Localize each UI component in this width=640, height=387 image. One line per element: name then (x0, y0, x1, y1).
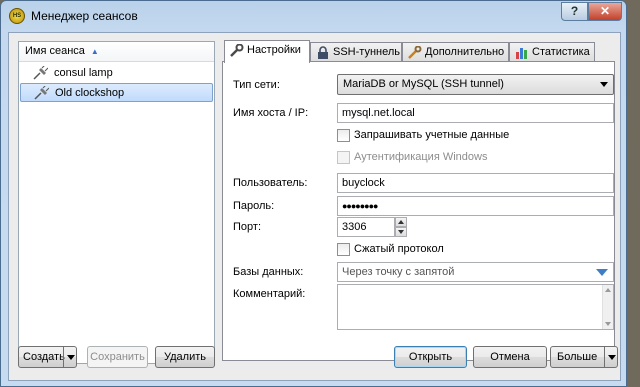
port-input[interactable]: 3306 (337, 217, 395, 237)
databases-placeholder: Через точку с запятой (342, 266, 455, 278)
session-item-old-clockshop[interactable]: Old clockshop (20, 83, 213, 102)
scroll-up-icon[interactable] (605, 288, 611, 292)
windows-auth-label: Аутентификация Windows (354, 151, 488, 163)
port-decrement-button[interactable] (395, 227, 407, 237)
checkbox-box (337, 243, 350, 256)
tab-statistics[interactable]: Статистика (509, 42, 595, 62)
checkbox-box (337, 129, 350, 142)
wrench-icon (230, 43, 244, 57)
more-button-label: Больше (557, 351, 598, 363)
lock-icon (316, 46, 330, 59)
session-manager-window: HS Менеджер сеансов ? ✕ Имя сеанса ▲ cons… (0, 0, 627, 387)
checkbox-box (337, 151, 350, 164)
network-type-value: MariaDB or MySQL (SSH tunnel) (343, 78, 504, 90)
tab-label: Дополнительно (425, 46, 505, 58)
chevron-down-icon[interactable] (604, 347, 617, 367)
password-label: Пароль: (233, 200, 275, 212)
cancel-button[interactable]: Отмена (473, 346, 547, 368)
create-button-label: Создать (23, 351, 65, 363)
more-button[interactable]: Больше (550, 346, 618, 368)
session-item-consul-lamp[interactable]: consul lamp (20, 64, 213, 83)
comment-scrollbar[interactable] (602, 285, 613, 329)
tab-label: Статистика (532, 46, 590, 58)
chevron-down-icon[interactable] (63, 347, 76, 367)
create-button[interactable]: Создать (18, 346, 77, 368)
bar-chart-icon (515, 46, 529, 59)
open-button[interactable]: Открыть (394, 346, 467, 368)
tab-label: SSH-туннель (333, 46, 400, 58)
session-item-label: consul lamp (54, 67, 113, 79)
comment-textarea[interactable] (337, 284, 614, 330)
databases-input[interactable]: Через точку с запятой (337, 262, 614, 282)
comment-label: Комментарий: (233, 288, 306, 300)
compressed-protocol-label: Сжатый протокол (354, 243, 444, 255)
save-button[interactable]: Сохранить (87, 346, 148, 368)
port-increment-button[interactable] (395, 217, 407, 227)
plug-icon (33, 84, 50, 100)
title-bar[interactable]: HS Менеджер сеансов ? ✕ (1, 1, 626, 31)
dropdown-triangle-icon[interactable] (596, 269, 608, 276)
network-type-select[interactable]: MariaDB or MySQL (SSH tunnel) (337, 74, 614, 95)
session-column-header[interactable]: Имя сеанса ▲ (19, 42, 214, 62)
tab-advanced[interactable]: Дополнительно (402, 42, 509, 62)
scroll-down-icon[interactable] (605, 322, 611, 326)
delete-button[interactable]: Удалить (155, 346, 215, 368)
settings-panel: Тип сети: MariaDB or MySQL (SSH tunnel) … (222, 61, 615, 361)
tools-icon (408, 45, 422, 59)
prompt-credentials-label: Запрашивать учетные данные (354, 129, 510, 141)
heidisql-icon: HS (9, 8, 25, 24)
session-column-label: Имя сеанса (25, 45, 85, 57)
password-input[interactable]: ●●●●●●●● (337, 196, 614, 216)
user-input[interactable]: buyclock (337, 173, 614, 193)
close-button[interactable]: ✕ (588, 2, 622, 21)
prompt-credentials-checkbox[interactable]: Запрашивать учетные данные (337, 129, 509, 143)
dialog-client-area: Имя сеанса ▲ consul lamp Old clockshop Со… (8, 32, 621, 381)
tab-settings[interactable]: Настройки (224, 40, 310, 63)
tab-ssh-tunnel[interactable]: SSH-туннель (310, 42, 402, 62)
host-input[interactable]: mysql.net.local (337, 103, 614, 123)
windows-auth-checkbox[interactable]: Аутентификация Windows (337, 151, 487, 165)
sort-ascending-icon: ▲ (90, 47, 99, 56)
window-title: Менеджер сеансов (31, 9, 138, 23)
session-item-label: Old clockshop (55, 87, 125, 99)
compressed-protocol-checkbox[interactable]: Сжатый протокол (337, 243, 444, 257)
help-button[interactable]: ? (561, 2, 588, 21)
port-label: Порт: (233, 221, 261, 233)
session-tree[interactable]: Имя сеанса ▲ consul lamp Old clockshop (18, 41, 215, 364)
chevron-down-icon (600, 82, 608, 87)
user-label: Пользователь: (233, 177, 308, 189)
databases-label: Базы данных: (233, 266, 304, 278)
network-type-label: Тип сети: (233, 79, 280, 91)
plug-icon (32, 64, 49, 80)
tab-label: Настройки (247, 44, 301, 56)
host-label: Имя хоста / IP: (233, 107, 309, 119)
